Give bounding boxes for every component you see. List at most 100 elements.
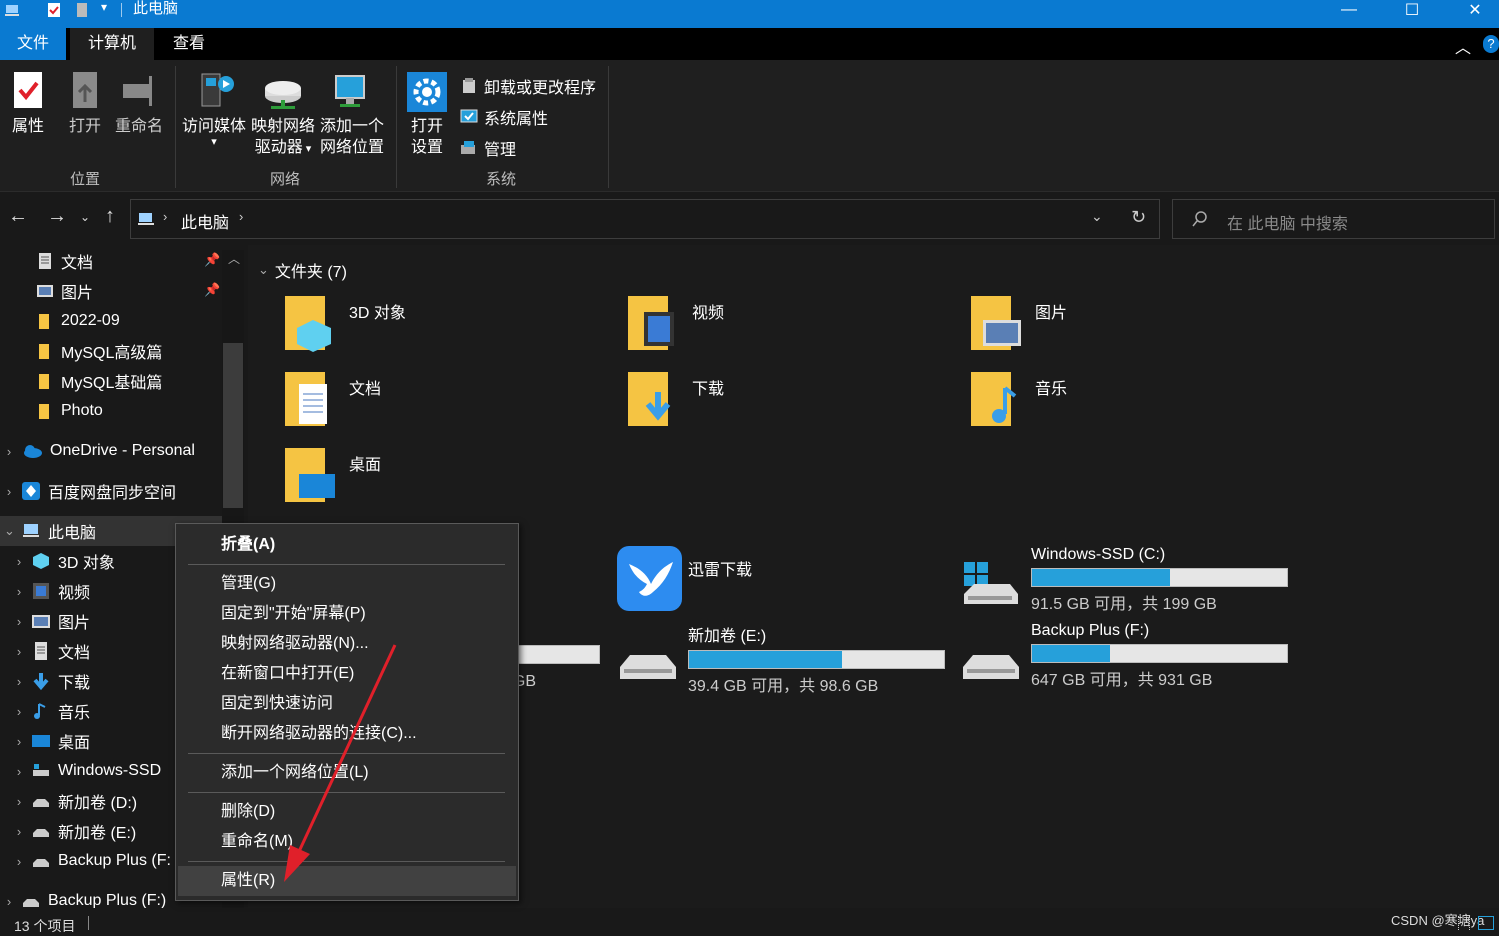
section-collapse-chevron-icon[interactable]: ⌄: [258, 262, 269, 278]
expand-chevron-icon[interactable]: ›: [14, 734, 24, 749]
expand-chevron-icon[interactable]: ›: [14, 764, 24, 779]
tab-file[interactable]: 文件: [0, 28, 66, 60]
nav-quick-item[interactable]: 图片: [36, 276, 93, 306]
breadcrumb-chevron-icon[interactable]: ›: [163, 209, 167, 224]
folder-tile[interactable]: 3D 对象: [283, 294, 406, 354]
drive-e-tile[interactable]: 新加卷 (E:) 39.4 GB 可用，共 98.6 GB: [688, 622, 945, 696]
nav-pc-child[interactable]: › 文档: [14, 636, 90, 666]
folder-tile[interactable]: 音乐: [969, 370, 1067, 430]
ribbon-access-media-button[interactable]: 访问媒体 ▾: [180, 70, 248, 148]
ribbon-rename-button[interactable]: 重命名: [112, 70, 166, 137]
drive-c-tile[interactable]: Windows-SSD (C:) 91.5 GB 可用，共 199 GB: [1031, 546, 1288, 614]
ribbon-separator: [396, 66, 397, 188]
nav-pc-child[interactable]: › Windows-SSD: [14, 756, 161, 786]
expand-chevron-icon[interactable]: ›: [14, 704, 24, 719]
nav-pc-child[interactable]: › 音乐: [14, 696, 90, 726]
ribbon-open-button[interactable]: 打开: [63, 70, 107, 137]
ribbon-properties-button[interactable]: 属性: [6, 70, 50, 137]
ctx-collapse[interactable]: 折叠(A): [178, 530, 516, 560]
nav-scrollbar-thumb[interactable]: [223, 343, 243, 508]
forward-arrow-icon[interactable]: →: [47, 205, 67, 228]
help-icon[interactable]: ?: [1483, 35, 1499, 53]
large-icons-view-icon[interactable]: [1478, 916, 1494, 930]
nav-scroll-up-icon[interactable]: ︿: [228, 250, 240, 267]
drive-f-icon-wrap[interactable]: [961, 645, 1021, 690]
new-folder-quick-icon[interactable]: [74, 2, 90, 18]
back-arrow-icon[interactable]: ←: [8, 205, 28, 228]
nav-pc-child[interactable]: › Backup Plus (F:: [14, 846, 171, 876]
expand-chevron-icon[interactable]: ›: [14, 644, 24, 659]
nav-quick-label: MySQL基础篇: [61, 375, 163, 392]
nav-pc-child[interactable]: › 新加卷 (D:): [14, 786, 137, 816]
folder-tile[interactable]: 文档: [283, 370, 381, 430]
nav-pc-child-label: 新加卷 (D:): [58, 795, 138, 812]
nav-quick-item[interactable]: 2022-09: [36, 306, 120, 336]
folders-section-header[interactable]: ⌄ 文件夹 (7): [258, 258, 347, 282]
ribbon-system-props-button[interactable]: 系统属性: [460, 105, 548, 129]
expand-chevron-icon[interactable]: ›: [14, 824, 24, 839]
nav-item-this-pc[interactable]: ⌄ 此电脑: [4, 516, 96, 546]
nav-quick-item[interactable]: Photo: [36, 396, 103, 426]
expand-chevron-icon[interactable]: ›: [14, 794, 24, 809]
details-view-icon[interactable]: [1458, 916, 1470, 930]
collapse-ribbon-icon[interactable]: ︿: [1455, 34, 1471, 58]
ribbon-group-system: 系统: [485, 171, 516, 188]
expand-chevron-icon[interactable]: ›: [4, 484, 14, 499]
minimize-button[interactable]: —: [1326, 0, 1372, 20]
expand-chevron-icon[interactable]: ›: [14, 554, 24, 569]
address-dropdown-icon[interactable]: ⌄: [1091, 208, 1103, 225]
nav-pc-child[interactable]: › 视频: [14, 576, 90, 606]
ribbon-add-location-button[interactable]: 添加一个 网络位置: [318, 70, 386, 158]
nav-item-baidu[interactable]: › 百度网盘同步空间: [4, 476, 176, 506]
nav-pc-child[interactable]: › 桌面: [14, 726, 90, 756]
ribbon-manage-button[interactable]: 管理: [460, 136, 516, 160]
nav-pc-child-label: 文档: [58, 645, 91, 662]
expand-chevron-icon[interactable]: ›: [14, 584, 24, 599]
collapse-chevron-icon[interactable]: ⌄: [4, 523, 15, 539]
xunlei-tile[interactable]: 迅雷下载: [617, 546, 752, 611]
nav-item-onedrive[interactable]: › OneDrive - Personal: [4, 436, 195, 466]
folder-tile[interactable]: 视频: [626, 294, 724, 354]
pin-icon[interactable]: 📌: [204, 282, 220, 298]
nav-pc-child[interactable]: › 3D 对象: [14, 546, 115, 576]
music-icon: [34, 703, 46, 719]
folder-tile[interactable]: 图片: [969, 294, 1067, 354]
address-bar[interactable]: › 此电脑 › ⌄ ↻: [130, 199, 1160, 239]
close-button[interactable]: ✕: [1452, 0, 1498, 20]
folder-tile[interactable]: 下载: [626, 370, 724, 430]
pin-icon[interactable]: 📌: [204, 252, 220, 268]
nav-pc-child[interactable]: › 新加卷 (E:): [14, 816, 136, 846]
ctx-manage[interactable]: 管理(G): [178, 569, 516, 599]
ctx-pin-start[interactable]: 固定到"开始"屏幕(P): [178, 599, 516, 629]
expand-chevron-icon[interactable]: ›: [14, 674, 24, 689]
drive-f-tile[interactable]: Backup Plus (F:) 647 GB 可用，共 931 GB: [1031, 622, 1288, 690]
downloads-icon: [33, 673, 49, 691]
folder-label: 视频: [692, 305, 725, 322]
ribbon-map-drive-button[interactable]: 映射网络 驱动器 ▾: [248, 70, 318, 160]
refresh-icon[interactable]: ↻: [1131, 207, 1146, 228]
ribbon-uninstall-button[interactable]: 卸载或更改程序: [460, 74, 596, 98]
nav-pc-child[interactable]: › 图片: [14, 606, 90, 636]
nav-quick-item[interactable]: MySQL高级篇: [36, 336, 162, 366]
expand-chevron-icon[interactable]: ›: [4, 894, 14, 909]
quick-access-dropdown-icon[interactable]: ▾: [101, 0, 107, 14]
up-arrow-icon[interactable]: ↑: [105, 205, 115, 228]
folder-tile[interactable]: 桌面: [283, 446, 381, 506]
tab-computer[interactable]: 计算机: [70, 28, 154, 60]
expand-chevron-icon[interactable]: ›: [4, 444, 14, 459]
tab-view[interactable]: 查看: [156, 28, 222, 60]
breadcrumb-this-pc[interactable]: 此电脑: [181, 209, 229, 233]
expand-chevron-icon[interactable]: ›: [14, 614, 24, 629]
search-box[interactable]: 在 此电脑 中搜索: [1172, 199, 1495, 239]
nav-quick-item[interactable]: 文档: [36, 246, 93, 276]
expand-chevron-icon[interactable]: ›: [14, 854, 24, 869]
nav-pc-child[interactable]: › 下载: [14, 666, 90, 696]
breadcrumb-chevron-icon[interactable]: ›: [239, 209, 243, 224]
recent-locations-chevron-icon[interactable]: ⌄: [80, 210, 90, 224]
maximize-button[interactable]: ☐: [1389, 0, 1435, 20]
properties-quick-icon[interactable]: [46, 2, 62, 18]
nav-quick-item[interactable]: MySQL基础篇: [36, 366, 162, 396]
ribbon-open-settings-button[interactable]: 打开 设置: [402, 70, 452, 158]
drive-e-icon-wrap[interactable]: [618, 645, 678, 690]
drive-c-icon-wrap[interactable]: [960, 560, 1020, 613]
